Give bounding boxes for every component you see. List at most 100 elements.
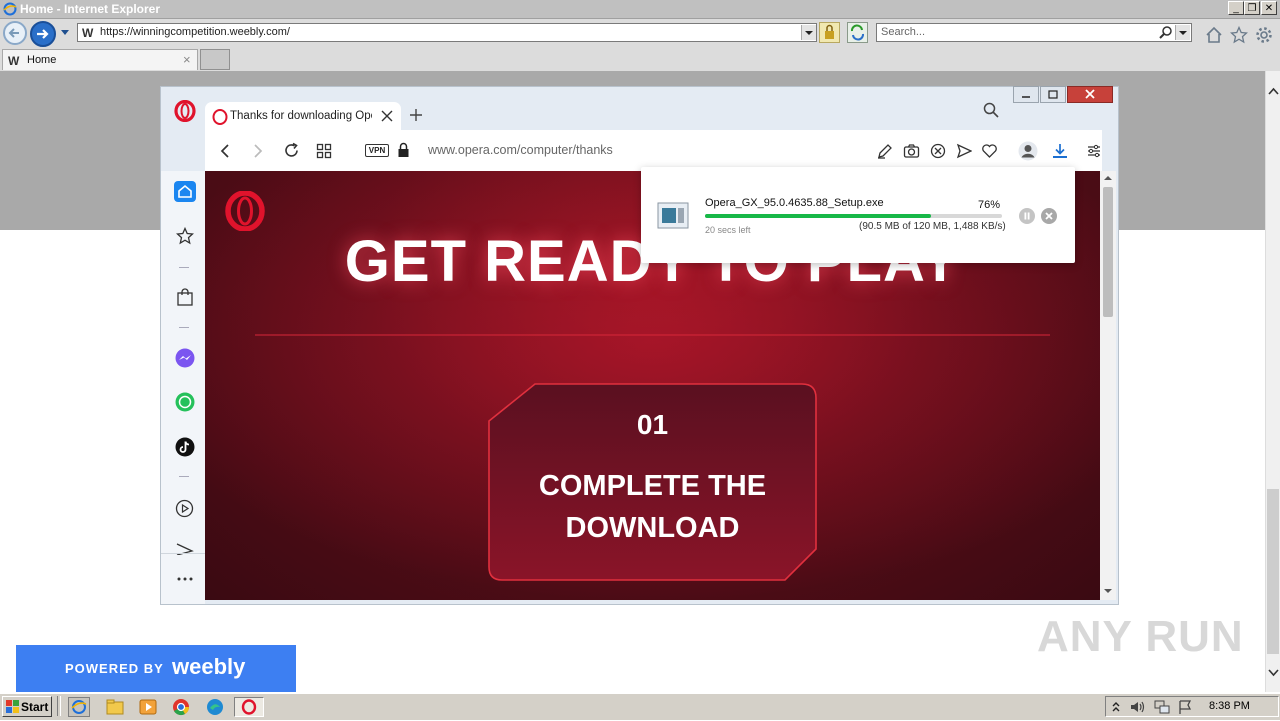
back-button[interactable] [3,21,27,45]
forward-icon[interactable] [251,143,265,159]
opera-maximize-button[interactable] [1040,86,1066,103]
restore-button[interactable]: ❐ [1244,1,1260,15]
volume-icon[interactable] [1129,699,1147,715]
chrome-icon[interactable] [170,697,192,717]
weebly-favicon-icon: W [81,25,97,40]
network-icon[interactable] [1153,699,1171,715]
favorites-star-icon[interactable] [1230,26,1248,44]
ie-search-box[interactable]: Search... [876,23,1192,42]
anyrun-watermark: ANY RUN [1037,612,1244,661]
taskbar-clock: 8:38 PM [1209,700,1250,712]
minimize-button[interactable]: _ [1228,1,1244,15]
ie-scroll-thumb[interactable] [1267,489,1279,654]
send-icon[interactable] [956,143,972,159]
reload-icon[interactable] [283,142,300,159]
download-percent: 76% [978,199,1001,211]
refresh-icon [851,24,864,41]
ie-logo-icon [71,700,87,714]
vpn-badge[interactable]: VPN [365,144,389,157]
system-tray [1105,696,1279,717]
ad-blocker-icon[interactable] [930,143,946,159]
opera-window-controls [1013,86,1114,104]
more-options-icon[interactable] [176,576,194,582]
opera-brand-logo-icon [225,191,265,231]
opera-tab-thanks[interactable]: Thanks for downloading Opera [205,102,401,130]
windows-logo-icon [6,700,19,713]
edge-icon[interactable] [204,697,226,717]
close-button[interactable]: ✕ [1261,1,1277,15]
padlock-icon[interactable] [397,142,410,158]
pause-icon [1024,212,1030,220]
step-title-line1: COMPLETE THE [538,470,767,502]
easy-setup-menu-icon[interactable] [1086,143,1102,159]
speed-dial-grid-icon[interactable] [316,143,332,159]
lock-icon [825,24,834,39]
heart-icon[interactable] [981,143,998,159]
shopping-bag-icon[interactable] [176,288,194,307]
recent-pages-dropdown-icon[interactable] [60,29,70,37]
messenger-icon[interactable] [175,348,195,368]
player-icon[interactable] [175,499,194,518]
cancel-download-button[interactable] [1041,208,1057,224]
sidebar-divider [179,327,189,328]
settings-gear-icon[interactable] [1255,26,1273,44]
maximize-icon [1048,90,1058,99]
pause-download-button[interactable] [1019,208,1035,224]
opera-logo-icon[interactable] [174,100,196,122]
ie-window-title: Home - Internet Explorer [20,2,161,16]
address-dropdown-button[interactable] [801,25,816,40]
bookmarks-star-icon[interactable] [176,227,194,245]
step-number: 01 [636,409,669,440]
minimize-icon [1022,96,1030,98]
action-center-flag-icon[interactable] [1177,699,1193,715]
opera-close-button[interactable] [1067,86,1113,103]
scroll-down-arrow-icon[interactable] [1103,588,1113,594]
downloads-icon[interactable] [1051,142,1069,160]
ie-address-bar[interactable]: W https://winningcompetition.weebly.com/ [77,23,817,42]
new-tab-button[interactable] [200,49,230,70]
ie-vertical-scrollbar[interactable] [1265,71,1280,692]
refresh-button[interactable] [847,22,868,43]
taskbar-ie-button[interactable] [68,697,90,717]
security-lock-button[interactable] [819,22,840,43]
opera-scroll-thumb[interactable] [1103,187,1113,317]
opera-page-scrollbar[interactable] [1100,171,1116,600]
home-icon[interactable] [1205,26,1223,44]
profile-avatar-icon[interactable] [1018,141,1038,161]
tab-close-icon[interactable] [381,110,393,122]
forward-arrow-icon [37,29,49,39]
search-icon[interactable] [1159,25,1173,40]
svg-text:W: W [8,54,20,67]
opera-minimize-button[interactable] [1013,86,1039,103]
back-icon[interactable] [218,143,232,159]
download-filename[interactable]: Opera_GX_95.0.4635.88_Setup.exe [705,197,884,209]
search-dropdown-button[interactable] [1175,25,1190,40]
sidebar-home-button[interactable] [174,181,196,202]
tab-close-icon[interactable]: × [183,52,191,67]
ie-search-placeholder: Search... [881,26,926,38]
show-hidden-icons-icon[interactable] [1111,700,1121,714]
forward-button[interactable] [30,21,56,47]
weebly-logo: weebly [172,654,246,679]
ie-url-text: https://winningcompetition.weebly.com/ [100,26,290,38]
weebly-favicon-icon: W [8,54,20,67]
file-explorer-icon[interactable] [104,697,126,717]
taskbar-opera-button[interactable] [234,697,264,717]
new-tab-plus-icon[interactable] [409,108,423,122]
tab-search-icon[interactable] [982,101,1000,119]
sidebar-divider [161,553,205,554]
media-player-icon[interactable] [137,697,159,717]
whatsapp-icon[interactable] [175,392,195,412]
scroll-up-arrow-icon[interactable] [1103,175,1113,181]
camera-icon[interactable] [903,143,920,159]
opera-address-url[interactable]: www.opera.com/computer/thanks [428,143,613,157]
ie-tab-home[interactable]: W Home × [2,49,198,70]
tiktok-icon[interactable] [175,437,195,457]
start-button[interactable]: Start [2,696,52,717]
scroll-up-arrow-icon[interactable] [1268,87,1279,95]
powered-by-weebly-badge[interactable]: POWERED BY weebly [16,645,296,692]
ie-logo-icon [3,2,17,16]
scroll-down-arrow-icon[interactable] [1268,669,1279,677]
sidebar-divider [179,476,189,477]
snapshot-edit-icon[interactable] [877,143,893,159]
